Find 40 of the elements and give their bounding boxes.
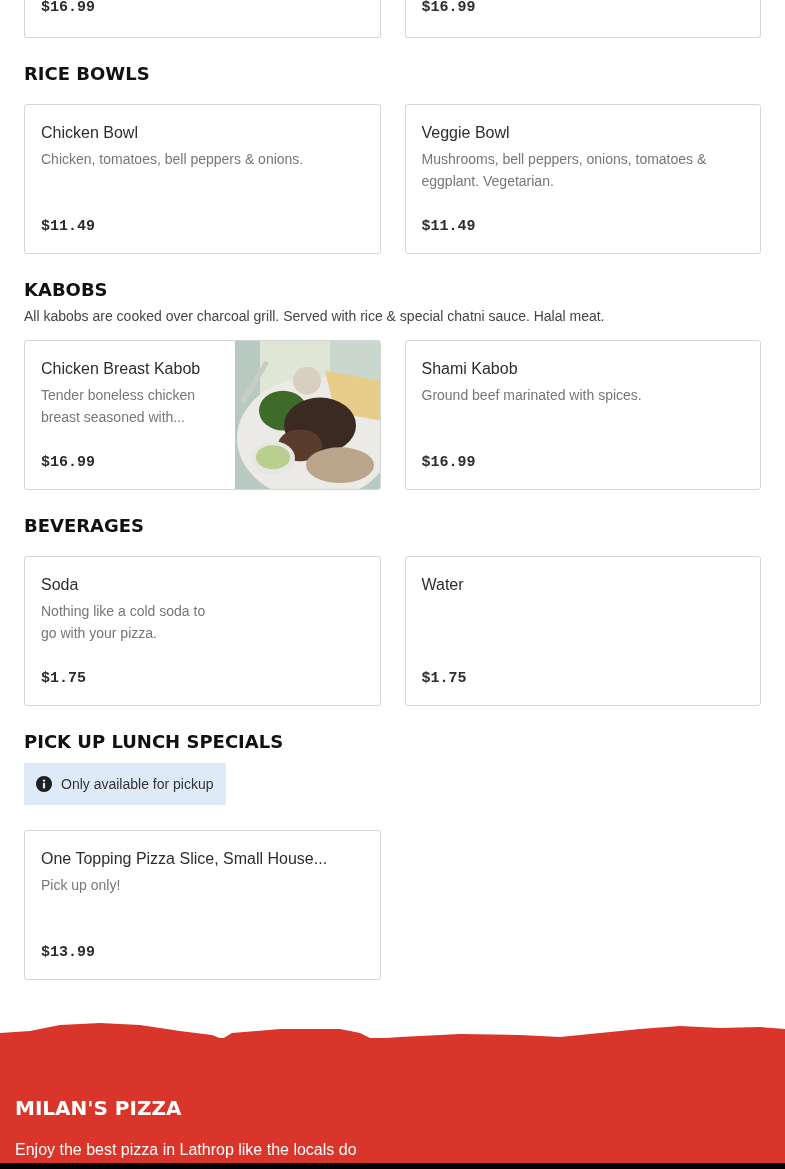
item-name: Soda: [41, 575, 80, 595]
section-heading: PICK UP LUNCH SPECIALS: [24, 731, 285, 753]
section-description: All kabobs are cooked over charcoal grill. Served with rice & special chatni sauce. Halal meat.: [24, 307, 606, 325]
item-description: Mushrooms, bell peppers, onions, tomatoes & eggplant. Vegetarian.: [421, 150, 708, 191]
menu-item-card[interactable]: $16.99: [404, 0, 761, 38]
menu-item-card[interactable]: Chicken Breast Kabob Tender boneless chicken breast seasoned with... $16.99: [24, 340, 381, 490]
item-name: Chicken Breast Kabob: [41, 359, 202, 379]
menu-item-card[interactable]: Veggie Bowl Mushrooms, bell peppers, onions, tomatoes & eggplant. Vegetarian. $11.49: [404, 104, 761, 254]
footer-text: Enjoy the best pizza in Lathrop like the locals do: [15, 1140, 358, 1160]
item-price: $16.99: [41, 454, 95, 472]
info-icon: [36, 776, 52, 792]
item-description: Pick up only!: [41, 876, 122, 895]
item-name: Shami Kabob: [421, 359, 519, 379]
item-name: One Topping Pizza Slice, Small House...: [41, 849, 329, 869]
menu-item-card[interactable]: Water $1.75: [404, 556, 761, 706]
section-heading: BEVERAGES: [24, 515, 146, 537]
item-price: $16.99: [421, 454, 476, 472]
item-name: Chicken Bowl: [41, 123, 139, 143]
item-name: Veggie Bowl: [421, 123, 511, 143]
item-price: $16.99: [41, 0, 95, 17]
item-price: $1.75: [41, 670, 86, 688]
item-name: Water: [421, 575, 465, 595]
menu-item-card[interactable]: Chicken Bowl Chicken, tomatoes, bell peppers & onions. $11.49: [24, 104, 381, 254]
section-heading: KABOBS: [24, 279, 109, 301]
menu-item-card[interactable]: Shami Kabob Ground beef marinated with spices. $16.99: [404, 340, 761, 490]
item-description: Nothing like a cold soda to go with your pizza.: [41, 602, 207, 643]
notice-text: Only available for pickup: [61, 776, 214, 792]
item-price: $16.99: [421, 0, 476, 17]
section-heading: RICE BOWLS: [24, 63, 151, 85]
item-description: Chicken, tomatoes, bell peppers & onions.: [41, 150, 305, 169]
item-price: $11.49: [41, 218, 95, 236]
menu-item-card[interactable]: $16.99: [24, 0, 381, 38]
footer-title: MILAN'S PIZZA: [15, 1096, 183, 1120]
item-description: Tender boneless chicken breast seasoned with...: [41, 386, 197, 427]
item-price: $11.49: [421, 218, 476, 236]
item-description: Ground beef marinated with spices.: [421, 386, 643, 405]
menu-item-card[interactable]: One Topping Pizza Slice, Small House... Pick up only! $13.99: [24, 830, 381, 980]
menu-item-card[interactable]: Soda Nothing like a cold soda to go with your pizza. $1.75: [24, 556, 381, 706]
item-price: $1.75: [421, 670, 467, 688]
item-price: $13.99: [41, 944, 95, 962]
